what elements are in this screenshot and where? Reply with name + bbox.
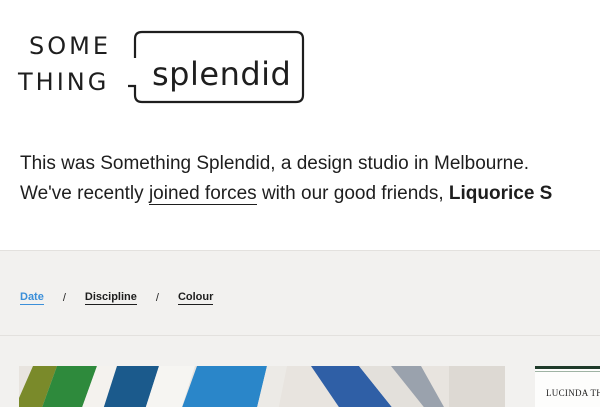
sort-filters: Date / Discipline / Colour	[20, 290, 214, 306]
intro-line-2-prefix: We've recently	[20, 183, 149, 204]
intro-line-1: This was Something Splendid, a design st…	[20, 153, 530, 174]
joined-forces-link[interactable]: joined forces	[148, 183, 257, 205]
filter-separator: /	[62, 292, 66, 304]
filter-discipline[interactable]: Discipline	[84, 291, 137, 305]
card-title: LUCINDA THOMS	[546, 388, 600, 398]
card-rule	[535, 371, 600, 372]
project-card-lucinda[interactable]: LUCINDA THOMS	[535, 366, 600, 407]
filter-date[interactable]: Date	[20, 291, 44, 305]
section-divider	[0, 335, 600, 336]
site-logo[interactable]: SOME THING splendid	[18, 28, 308, 108]
intro-line-2: We've recently joined forces with our go…	[20, 179, 600, 209]
logo-word-some: SOME	[29, 32, 111, 60]
site-header: SOME THING splendid This was Something S…	[0, 0, 600, 251]
project-card-image[interactable]	[19, 366, 505, 407]
logo-word-splendid: splendid	[152, 55, 292, 93]
intro-line-2-mid: with our good friends,	[256, 183, 449, 204]
intro-text: This was Something Splendid, a design st…	[20, 149, 600, 209]
page: SOME THING splendid This was Something S…	[0, 0, 600, 407]
logo-word-thing: THING	[18, 68, 110, 96]
filter-separator: /	[155, 292, 159, 304]
filter-colour[interactable]: Colour	[177, 291, 214, 305]
project-thumbnail	[19, 366, 505, 407]
partner-name: Liquorice S	[448, 183, 553, 204]
